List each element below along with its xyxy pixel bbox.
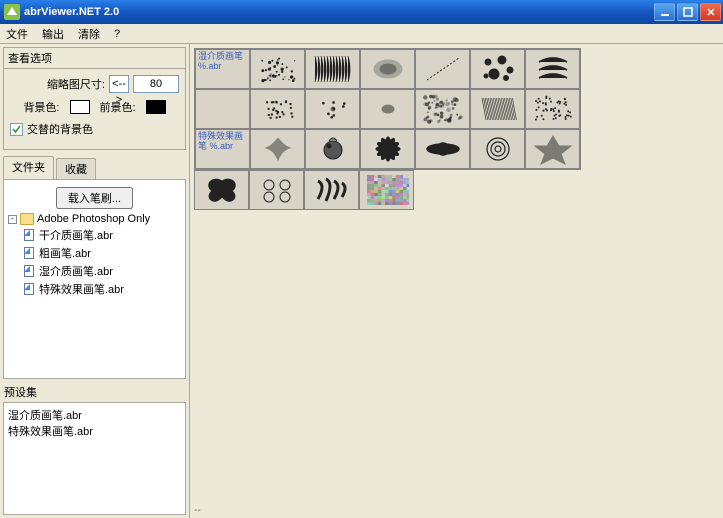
preset-item[interactable]: 湿介质画笔.abr xyxy=(8,407,181,423)
brush-thumbnail[interactable] xyxy=(250,49,305,89)
close-button[interactable] xyxy=(700,3,721,21)
brush-thumbnail[interactable] xyxy=(415,49,470,89)
bg-color-swatch[interactable] xyxy=(70,100,90,114)
preset-panel: 湿介质画笔.abr特殊效果画笔.abr xyxy=(3,402,186,515)
tree-item[interactable]: 特殊效果画笔.abr xyxy=(22,280,181,298)
brush-thumbnail[interactable] xyxy=(525,49,580,89)
brush-thumbnail[interactable] xyxy=(415,89,470,129)
brush-thumbnail[interactable] xyxy=(415,129,470,169)
alt-bg-checkbox[interactable] xyxy=(10,123,23,136)
tree-item-label: 粗画笔.abr xyxy=(39,245,91,261)
tab-files[interactable]: 文件夹 xyxy=(3,156,54,179)
brush-thumbnail[interactable] xyxy=(250,89,305,129)
tree-item-label: 湿介质画笔.abr xyxy=(39,263,113,279)
window-title: abrViewer.NET 2.0 xyxy=(24,6,654,18)
app-icon xyxy=(4,4,20,20)
brush-thumbnail[interactable] xyxy=(250,129,305,169)
minimize-button[interactable] xyxy=(654,3,675,21)
tree-item[interactable]: 湿介质画笔.abr xyxy=(22,262,181,280)
brush-thumbnail[interactable] xyxy=(470,49,525,89)
sidebar: 查看选项 缩略图尺寸: <--> 背景色: 前景色: 交替的背景色 xyxy=(0,44,190,518)
tree-item-label: 干介质画笔.abr xyxy=(39,227,113,243)
spin-icon[interactable]: <--> xyxy=(109,75,129,93)
menu-bar: 文件 输出 清除 ? xyxy=(0,24,723,44)
brush-thumbnail[interactable] xyxy=(470,129,525,169)
brush-thumbnail[interactable] xyxy=(305,49,360,89)
fg-color-swatch[interactable] xyxy=(146,100,166,114)
preset-label: 预设集 xyxy=(4,384,185,400)
brush-thumbnail[interactable] xyxy=(525,129,580,169)
maximize-button[interactable] xyxy=(677,3,698,21)
brush-thumbnail[interactable] xyxy=(360,89,415,129)
brush-thumbnail[interactable] xyxy=(360,49,415,89)
tree-item[interactable]: 干介质画笔.abr xyxy=(22,226,181,244)
brush-gallery: 湿介质画笔 %.abr 特殊效果画笔 %.abr -- xyxy=(190,44,723,518)
brush-file-icon xyxy=(22,264,36,278)
preset-item[interactable]: 特殊效果画笔.abr xyxy=(8,423,181,439)
title-bar: abrViewer.NET 2.0 xyxy=(0,0,723,24)
brush-thumbnail[interactable] xyxy=(360,129,415,169)
view-options-panel: 查看选项 缩略图尺寸: <--> 背景色: 前景色: 交替的背景色 xyxy=(3,47,186,150)
brush-thumbnail[interactable] xyxy=(470,89,525,129)
tabs: 文件夹 收藏 xyxy=(3,156,186,179)
menu-clear[interactable]: 清除 xyxy=(78,26,100,42)
menu-output[interactable]: 输出 xyxy=(42,26,64,42)
brush-thumbnail[interactable] xyxy=(194,170,249,210)
panel-title: 查看选项 xyxy=(4,48,185,69)
tree-root-label: Adobe Photoshop Only xyxy=(37,213,150,225)
tree-item-label: 特殊效果画笔.abr xyxy=(39,281,124,297)
folder-icon xyxy=(20,213,34,225)
file-tree: - Adobe Photoshop Only 干介质画笔.abr 粗画笔.abr 湿… xyxy=(8,212,181,298)
brush-file-icon xyxy=(22,228,36,242)
tree-root[interactable]: - Adobe Photoshop Only xyxy=(8,212,181,226)
file-tree-panel: 载入笔刷... - Adobe Photoshop Only 干介质画笔.abr… xyxy=(3,179,186,379)
collapse-icon[interactable]: - xyxy=(8,215,17,224)
thumb-size-input[interactable] xyxy=(133,75,179,93)
brush-thumbnail[interactable] xyxy=(249,170,304,210)
menu-file[interactable]: 文件 xyxy=(6,26,28,42)
status-text: -- xyxy=(194,505,201,516)
menu-help[interactable]: ? xyxy=(114,28,120,40)
tree-item[interactable]: 粗画笔.abr xyxy=(22,244,181,262)
brush-file-icon xyxy=(22,282,36,296)
brush-thumbnail[interactable] xyxy=(359,170,414,210)
tab-favorites[interactable]: 收藏 xyxy=(56,158,96,179)
row-label: 湿介质画笔 %.abr xyxy=(195,49,250,89)
brush-thumbnail[interactable] xyxy=(525,89,580,129)
row-label: 特殊效果画笔 %.abr xyxy=(195,129,250,169)
brush-file-icon xyxy=(22,246,36,260)
load-brushes-button[interactable]: 载入笔刷... xyxy=(56,187,133,209)
bg-color-label: 背景色: xyxy=(23,99,59,115)
row-label xyxy=(195,89,250,129)
fg-color-label: 前景色: xyxy=(100,99,136,115)
brush-thumbnail[interactable] xyxy=(305,129,360,169)
brush-thumbnail[interactable] xyxy=(305,89,360,129)
brush-thumbnail[interactable] xyxy=(304,170,359,210)
thumb-size-label: 缩略图尺寸: xyxy=(10,76,105,92)
alt-bg-label: 交替的背景色 xyxy=(27,121,93,137)
